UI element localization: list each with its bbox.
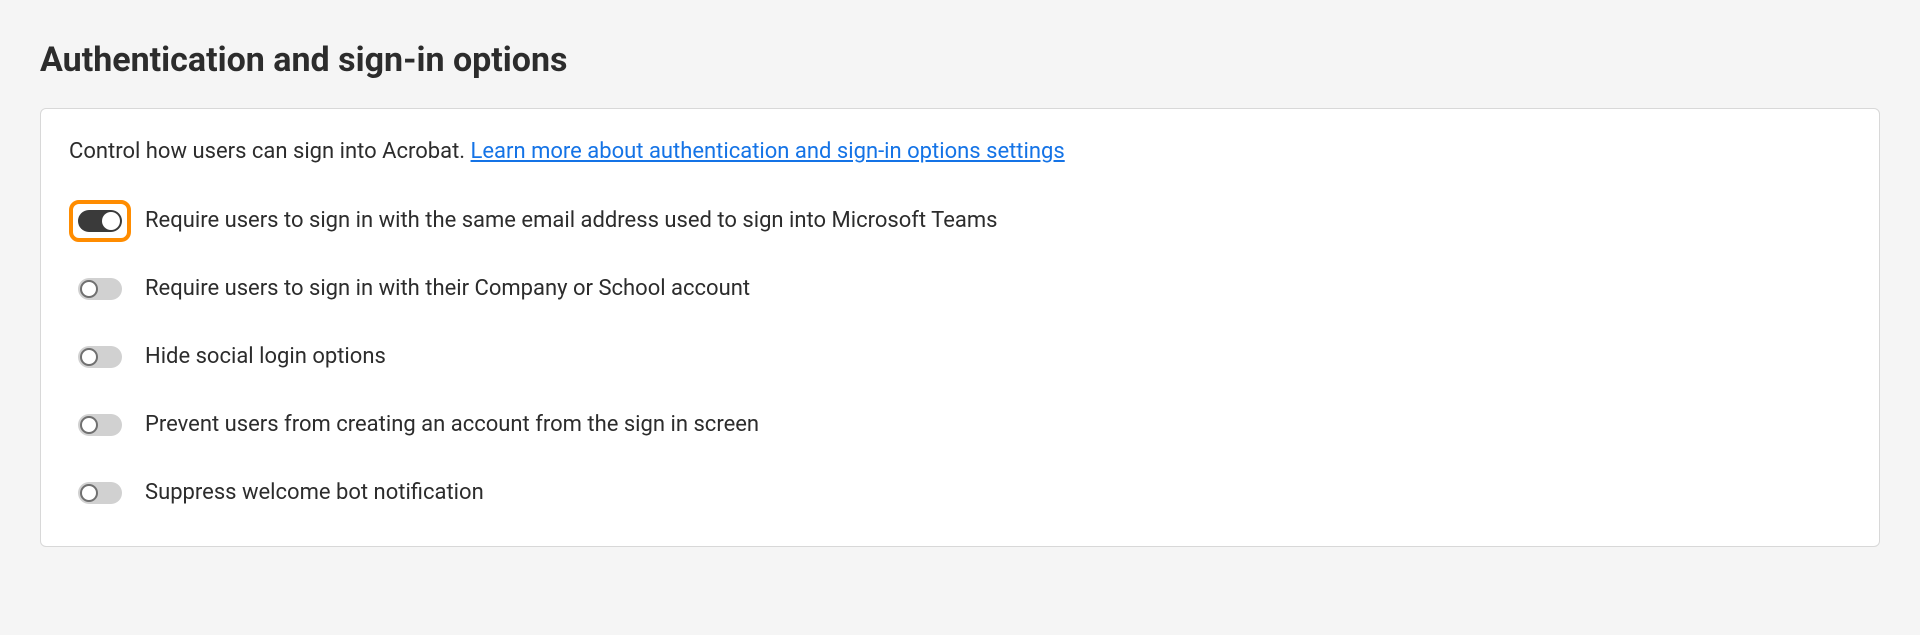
toggle-container xyxy=(69,472,131,514)
toggle-require-company-school[interactable] xyxy=(78,278,122,300)
toggle-hide-social-login[interactable] xyxy=(78,346,122,368)
toggle-knob-icon xyxy=(80,348,98,366)
toggle-prevent-account-creation[interactable] xyxy=(78,414,122,436)
options-list: Require users to sign in with the same e… xyxy=(69,200,1851,514)
toggle-knob-icon xyxy=(80,416,98,434)
option-prevent-account-creation: Prevent users from creating an account f… xyxy=(69,404,1851,446)
toggle-knob-icon xyxy=(80,280,98,298)
toggle-container xyxy=(69,268,131,310)
toggle-container xyxy=(69,404,131,446)
option-require-same-email: Require users to sign in with the same e… xyxy=(69,200,1851,242)
toggle-container xyxy=(69,336,131,378)
toggle-highlight-box xyxy=(69,200,131,242)
page-title: Authentication and sign-in options xyxy=(40,40,1880,80)
toggle-knob-icon xyxy=(80,484,98,502)
description-text: Control how users can sign into Acrobat. xyxy=(69,139,471,164)
option-label: Require users to sign in with the same e… xyxy=(145,207,998,236)
option-label: Prevent users from creating an account f… xyxy=(145,411,759,440)
settings-description: Control how users can sign into Acrobat.… xyxy=(69,137,1851,168)
settings-card: Control how users can sign into Acrobat.… xyxy=(40,108,1880,547)
toggle-require-same-email[interactable] xyxy=(78,210,122,232)
learn-more-link[interactable]: Learn more about authentication and sign… xyxy=(471,139,1065,164)
toggle-suppress-welcome-bot[interactable] xyxy=(78,482,122,504)
toggle-knob-icon xyxy=(102,212,120,230)
option-label: Hide social login options xyxy=(145,343,386,372)
option-hide-social-login: Hide social login options xyxy=(69,336,1851,378)
option-require-company-school: Require users to sign in with their Comp… xyxy=(69,268,1851,310)
option-label: Require users to sign in with their Comp… xyxy=(145,275,750,304)
option-suppress-welcome-bot: Suppress welcome bot notification xyxy=(69,472,1851,514)
option-label: Suppress welcome bot notification xyxy=(145,479,484,508)
